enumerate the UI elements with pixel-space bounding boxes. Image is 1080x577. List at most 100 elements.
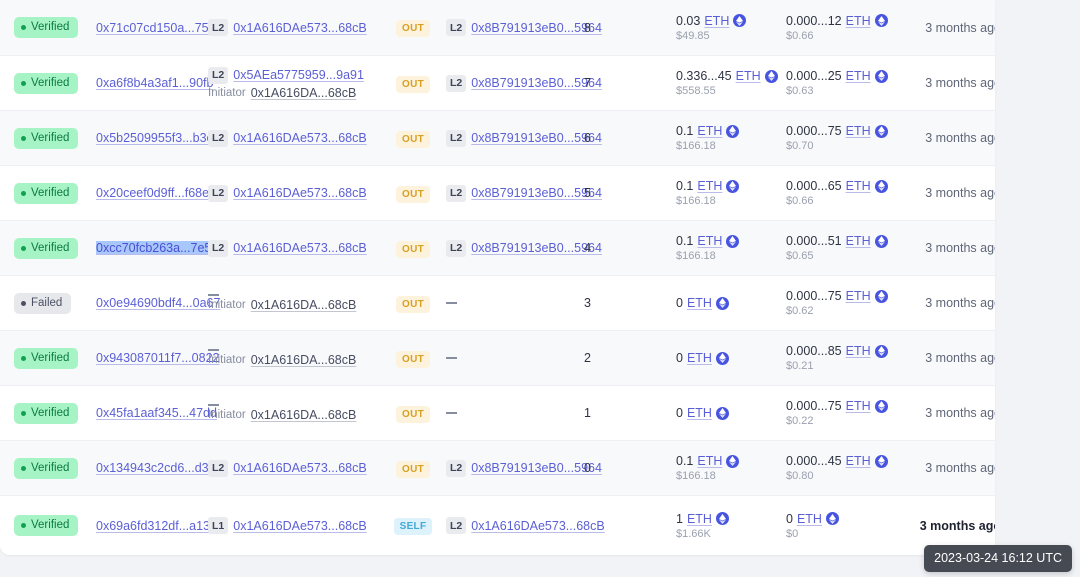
fee-cell: 0.000...65 ETH $0.66 [786, 179, 904, 207]
eth-token-icon [726, 124, 740, 138]
fee-unit-link[interactable]: ETH [846, 344, 871, 358]
to-address-link[interactable]: 0x1A616DAe573...68cB [471, 519, 604, 533]
block-cell: 0 [584, 459, 676, 477]
initiator-address-link[interactable]: 0x1A616DA...68cB [251, 298, 357, 312]
block-cell: 2 [584, 349, 676, 367]
age-label[interactable]: 3 months ago [925, 21, 995, 35]
direction-badge: OUT [395, 240, 430, 258]
value-unit-link[interactable]: ETH [687, 406, 712, 420]
fee-unit-link[interactable]: ETH [846, 14, 871, 28]
initiator-address-link[interactable]: 0x1A616DA...68cB [251, 408, 357, 422]
value-unit-link[interactable]: ETH [687, 296, 712, 310]
direction-cell: OUT [380, 294, 446, 313]
age-label[interactable]: 3 months ago [925, 351, 995, 365]
age-label[interactable]: 3 months ago [920, 519, 995, 533]
to-cell: L2 0x8B791913eB0...5964 [446, 459, 602, 477]
fee-unit-link[interactable]: ETH [797, 512, 822, 526]
fee-unit-link[interactable]: ETH [846, 124, 871, 138]
fee-unit-link[interactable]: ETH [846, 399, 871, 413]
tx-hash-link[interactable]: 0x134943c2cd6...d336 [96, 461, 223, 475]
tx-hash-link[interactable]: 0x20ceef0d9ff...f68e [96, 186, 209, 200]
from-empty-dash [208, 294, 219, 296]
tx-hash-link[interactable]: 0x943087011f7...0822 [96, 351, 220, 365]
status-badge: Failed [14, 292, 72, 314]
value-unit-link[interactable]: ETH [697, 234, 722, 248]
table-row[interactable]: Verified 0x20ceef0d9ff...f68e L2 0x1A616DAe… [0, 165, 995, 220]
age-label[interactable]: 3 months ago [925, 131, 995, 145]
to-address-link[interactable]: 0x8B791913eB0...5964 [471, 241, 602, 255]
tx-hash-link[interactable]: 0x0e94690bdf4...0a67 [96, 296, 220, 310]
to-address-link[interactable]: 0x8B791913eB0...5964 [471, 461, 602, 475]
status-badge: Verified [14, 182, 79, 204]
fee-unit-link[interactable]: ETH [846, 289, 871, 303]
from-address-link[interactable]: 0x1A616DAe573...68cB [233, 21, 366, 35]
from-address-link[interactable]: 0x1A616DAe573...68cB [233, 131, 366, 145]
from-address-link[interactable]: 0x1A616DAe573...68cB [233, 186, 366, 200]
to-cell: L2 0x8B791913eB0...5964 [446, 129, 602, 147]
from-address-link[interactable]: 0x1A616DAe573...68cB [233, 519, 366, 533]
fee-cell: 0.000...75 ETH $0.70 [786, 124, 904, 152]
value-unit-link[interactable]: ETH [697, 124, 722, 138]
to-address-link[interactable]: 0x8B791913eB0...5964 [471, 186, 602, 200]
fee-usd: $0.65 [786, 250, 814, 262]
age-label[interactable]: 3 months ago [925, 186, 995, 200]
table-row[interactable]: Verified 0x45fa1aaf345...47dd Initiator 0x1… [0, 385, 995, 440]
fee-amount: 0.000...75 [786, 124, 842, 138]
block-number: 6 [584, 131, 591, 145]
value-cell: 0.1 ETH $166.18 [676, 124, 786, 152]
to-layer-chip: L2 [446, 459, 467, 477]
tx-hash-link[interactable]: 0x69a6fd312df...a132 [96, 519, 217, 533]
eth-token-icon [715, 351, 729, 365]
value-unit-link[interactable]: ETH [697, 179, 722, 193]
table-row[interactable]: Verified 0x943087011f7...0822 Initiator 0x1… [0, 330, 995, 385]
status-cell: Verified [14, 127, 96, 149]
age-label[interactable]: 3 months ago [925, 461, 995, 475]
from-address-link[interactable]: 0x1A616DAe573...68cB [233, 461, 366, 475]
tx-hash-link[interactable]: 0xa6f8b4a3af1...90fb [96, 76, 213, 90]
age-label[interactable]: 3 months ago [925, 241, 995, 255]
fee-unit-link[interactable]: ETH [846, 179, 871, 193]
table-row[interactable]: Verified 0xcc70fcb263a...7e53 L2 0x1A616DAe… [0, 220, 995, 275]
value-unit-link[interactable]: ETH [736, 69, 761, 83]
tx-hash-link[interactable]: 0xcc70fcb263a...7e53 [96, 241, 219, 255]
table-row[interactable]: Failed 0x0e94690bdf4...0a67 Initiator 0x1A6… [0, 275, 995, 330]
table-row[interactable]: Verified 0x69a6fd312df...a132 L1 0x1A616DAe… [0, 495, 995, 555]
to-empty-dash [446, 357, 457, 359]
transactions-page: Verified 0x71c07cd150a...75f2 L2 0x1A616DAe… [0, 0, 1080, 577]
table-row[interactable]: Verified 0x71c07cd150a...75f2 L2 0x1A616DAe… [0, 0, 995, 55]
tx-hash-link[interactable]: 0x71c07cd150a...75f2 [96, 21, 219, 35]
to-address-link[interactable]: 0x8B791913eB0...5964 [471, 21, 602, 35]
from-address-link[interactable]: 0x5AEa5775959...9a91 [233, 68, 364, 82]
status-badge: Verified [14, 17, 79, 38]
value-unit-link[interactable]: ETH [704, 14, 729, 28]
table-row[interactable]: Verified 0xa6f8b4a3af1...90fb L2 0x5AEa5775… [0, 55, 995, 110]
block-cell: 3 [584, 294, 676, 312]
initiator-address-link[interactable]: 0x1A616DA...68cB [251, 86, 357, 100]
table-row[interactable]: Verified 0x5b2509955f3...b3cd L2 0x1A616DAe… [0, 110, 995, 165]
value-unit-link[interactable]: ETH [687, 512, 712, 526]
direction-cell: OUT [380, 404, 446, 423]
fee-unit-link[interactable]: ETH [846, 234, 871, 248]
fee-amount: 0.000...85 [786, 344, 842, 358]
eth-token-icon [726, 234, 740, 248]
status-cell: Verified [14, 237, 96, 259]
to-layer-chip: L2 [446, 129, 467, 147]
from-address-link[interactable]: 0x1A616DAe573...68cB [233, 241, 366, 255]
from-cell: Initiator 0x1A616DA...68cB [208, 294, 380, 312]
tx-hash-link[interactable]: 0x5b2509955f3...b3cd [96, 131, 220, 145]
age-label[interactable]: 3 months ago [925, 76, 995, 90]
fee-unit-link[interactable]: ETH [846, 69, 871, 83]
age-cell: 3 months ago [904, 294, 995, 312]
table-row[interactable]: Verified 0x134943c2cd6...d336 L2 0x1A616DAe… [0, 440, 995, 495]
tx-hash-link[interactable]: 0x45fa1aaf345...47dd [96, 406, 217, 420]
fee-unit-link[interactable]: ETH [846, 454, 871, 468]
age-label[interactable]: 3 months ago [925, 296, 995, 310]
to-address-link[interactable]: 0x8B791913eB0...5964 [471, 76, 602, 90]
initiator-address-link[interactable]: 0x1A616DA...68cB [251, 353, 357, 367]
direction-badge: OUT [395, 130, 430, 148]
to-address-link[interactable]: 0x8B791913eB0...5964 [471, 131, 602, 145]
age-label[interactable]: 3 months ago [925, 406, 995, 420]
value-unit-link[interactable]: ETH [687, 351, 712, 365]
from-layer-chip: L2 [208, 129, 229, 147]
value-unit-link[interactable]: ETH [697, 454, 722, 468]
